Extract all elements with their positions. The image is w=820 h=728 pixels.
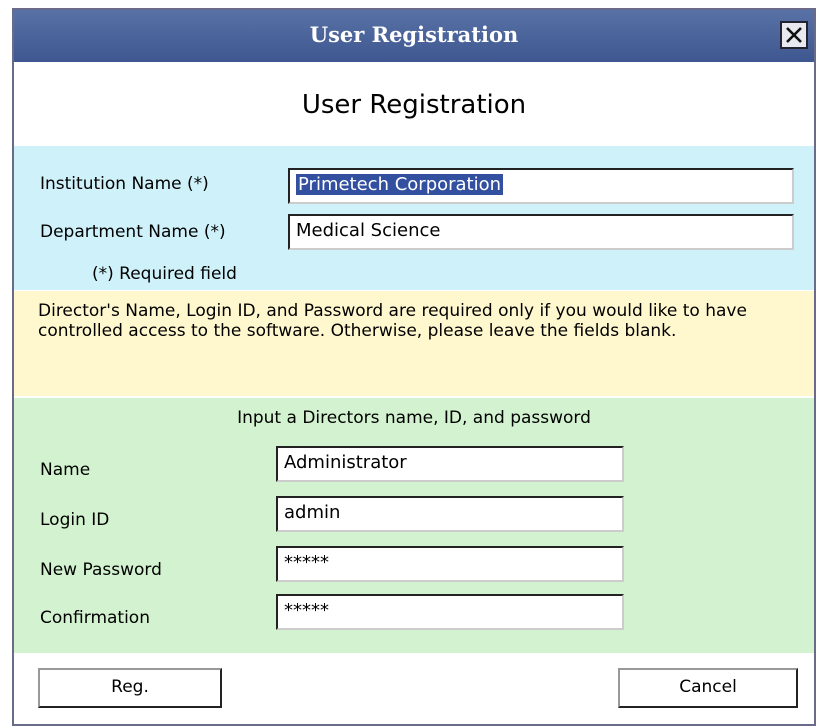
notice-text: Director's Name, Login ID, and Password … <box>38 301 747 341</box>
institution-section: Institution Name (*) Primetech Corporati… <box>14 146 814 290</box>
required-field-note: (*) Required field <box>92 264 237 284</box>
close-icon <box>786 27 802 43</box>
director-name-label: Name <box>40 460 91 480</box>
institution-name-value: Primetech Corporation <box>296 174 504 195</box>
department-name-label: Department Name (*) <box>40 222 226 242</box>
login-id-field[interactable]: admin <box>276 496 624 532</box>
notice-section: Director's Name, Login ID, and Password … <box>14 291 814 396</box>
confirmation-label: Confirmation <box>40 608 150 628</box>
new-password-label: New Password <box>40 560 162 580</box>
institution-name-label: Institution Name (*) <box>40 174 209 194</box>
director-section: Input a Directors name, ID, and password… <box>14 398 814 653</box>
director-name-field[interactable]: Administrator <box>276 446 624 482</box>
login-id-label: Login ID <box>40 510 110 530</box>
director-section-title: Input a Directors name, ID, and password <box>237 408 591 428</box>
register-button[interactable]: Reg. <box>38 668 222 708</box>
registration-dialog: User Registration User Registration Inst… <box>12 8 816 726</box>
department-name-field[interactable]: Medical Science <box>288 214 794 250</box>
title-bar[interactable]: User Registration <box>14 10 814 62</box>
confirmation-field[interactable]: ***** <box>276 594 624 630</box>
dialog-heading: User Registration <box>301 90 527 120</box>
window-title: User Registration <box>309 22 519 47</box>
new-password-field[interactable]: ***** <box>276 546 624 582</box>
close-button[interactable] <box>780 21 808 49</box>
cancel-button[interactable]: Cancel <box>618 668 798 708</box>
institution-name-field[interactable]: Primetech Corporation <box>288 168 794 204</box>
